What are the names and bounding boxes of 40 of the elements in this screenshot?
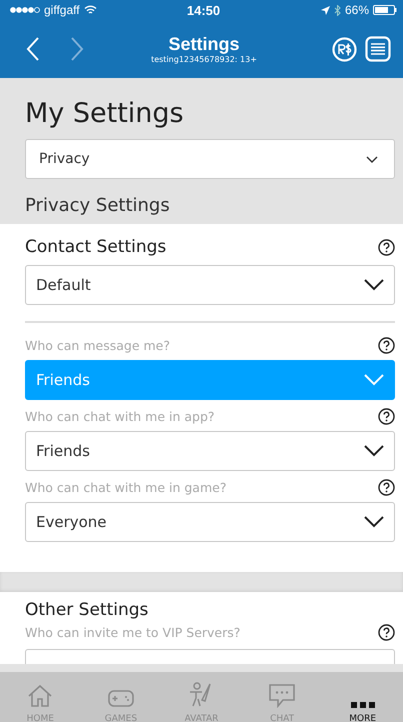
chevron-icon [364,516,384,528]
chat-icon [269,684,296,708]
setting-dropdown[interactable]: Friends [25,431,395,471]
question-label: Who can message me? [25,338,170,353]
section-title: Privacy Settings [25,195,171,216]
other-settings-heading: Other Settings [25,600,148,620]
setting-dropdown[interactable]: Everyone [25,502,395,542]
chevron-icon [364,279,384,291]
battery-percent: 66% [344,3,369,17]
signal-icon [10,7,40,13]
home-icon [27,684,54,708]
status-time: 14:50 [186,2,220,18]
contact-settings-dropdown[interactable]: Default [25,265,395,305]
page-title: My Settings [25,98,185,129]
help-icon[interactable] [378,337,395,354]
question-label: Who can invite me to VIP Servers? [25,625,240,640]
question-label: Who can chat with me in game? [25,480,226,495]
currency-icon[interactable] [332,36,357,62]
wifi-icon [84,5,97,15]
carrier-name: giffgaff [44,3,80,17]
more-icon [350,702,375,708]
menu-icon[interactable] [365,36,391,62]
bluetooth-icon [334,4,341,16]
question-label: Who can chat with me in app? [25,409,215,424]
help-icon[interactable] [378,479,395,496]
contact-settings-heading: Contact Settings [25,237,166,257]
help-icon[interactable] [378,238,395,256]
gamepad-icon [106,688,135,708]
header-subtitle: testing12345678932: 13+ [151,55,257,64]
header-title: Settings [168,34,240,55]
battery-icon [373,5,397,15]
location-icon [320,6,330,14]
tab-item[interactable]: MORE [322,672,403,722]
chevron-icon [366,156,378,162]
category-dropdown[interactable]: Privacy [25,139,395,179]
chevron-icon [364,445,384,457]
help-icon[interactable] [378,624,395,641]
help-icon[interactable] [378,408,395,425]
chevron-icon [364,374,384,386]
back-icon[interactable] [26,37,40,61]
